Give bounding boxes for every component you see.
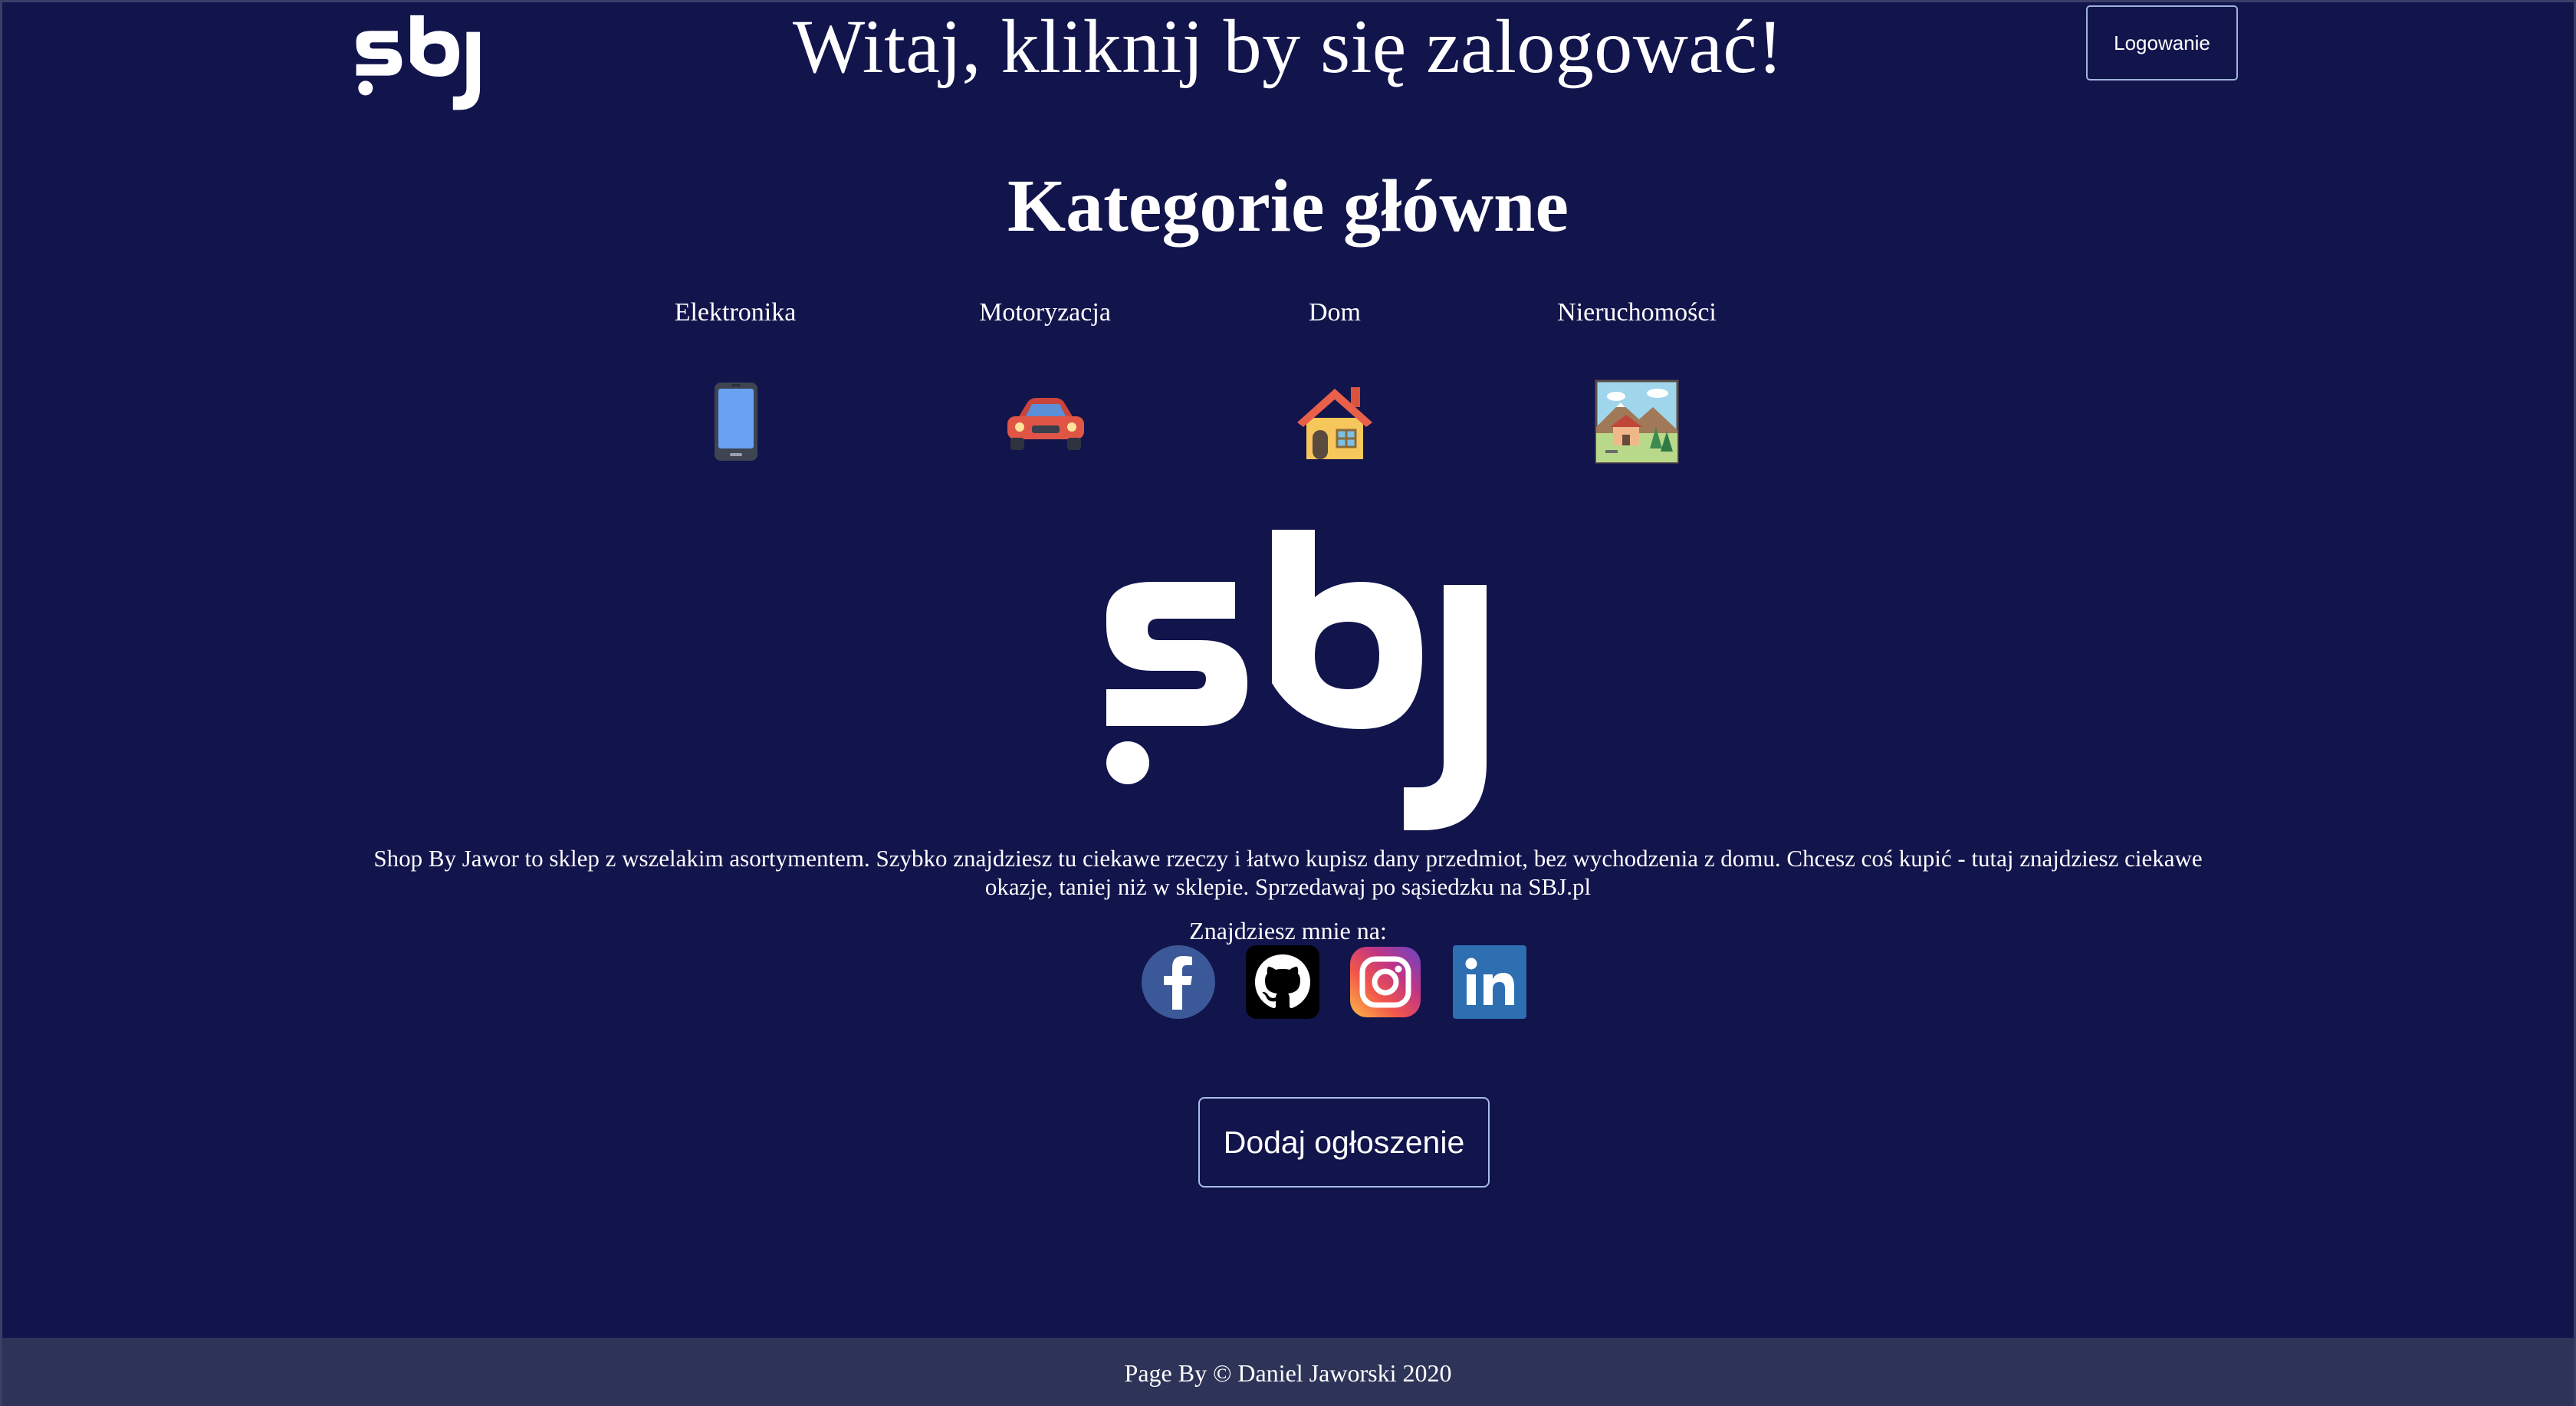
category-elektronika[interactable]: Elektronika [620, 294, 850, 464]
category-dom[interactable]: Dom [1220, 294, 1450, 464]
house-icon[interactable] [1293, 379, 1377, 464]
find-me-label: Znajdziesz mnie na: [1189, 917, 1387, 944]
facebook-icon[interactable] [1140, 944, 1217, 1020]
categories-title: Kategorie główne [1007, 165, 1569, 248]
category-label[interactable]: Motoryzacja [930, 294, 1160, 332]
add-listing-button[interactable]: Dodaj ogłoszenie [1198, 1097, 1490, 1188]
category-label[interactable]: Nieruchomości [1522, 294, 1752, 332]
category-label[interactable]: Dom [1220, 294, 1450, 332]
car-icon[interactable] [1003, 379, 1087, 464]
footer-text: Page By © Daniel Jaworski 2020 [1124, 1358, 1452, 1387]
login-button[interactable]: Logowanie [2086, 5, 2238, 80]
github-icon[interactable] [1244, 944, 1321, 1020]
sbj-logo-large [1106, 530, 1487, 830]
category-nieruchomosci[interactable]: Nieruchomości [1522, 294, 1752, 464]
category-motoryzacja[interactable]: Motoryzacja [930, 294, 1160, 464]
shop-description: Shop By Jawor to sklep z wszelakim asort… [373, 845, 2203, 900]
category-label[interactable]: Elektronika [620, 294, 850, 332]
footer: Page By © Daniel Jaworski 2020 [2, 1338, 2574, 1406]
instagram-icon[interactable] [1347, 944, 1424, 1020]
page-container: Witaj, kliknij by się zalogować! Logowan… [0, 0, 2576, 1406]
landscape-property-icon[interactable] [1595, 379, 1679, 464]
linkedin-icon[interactable] [1451, 944, 1528, 1020]
smartphone-icon[interactable] [693, 379, 777, 464]
